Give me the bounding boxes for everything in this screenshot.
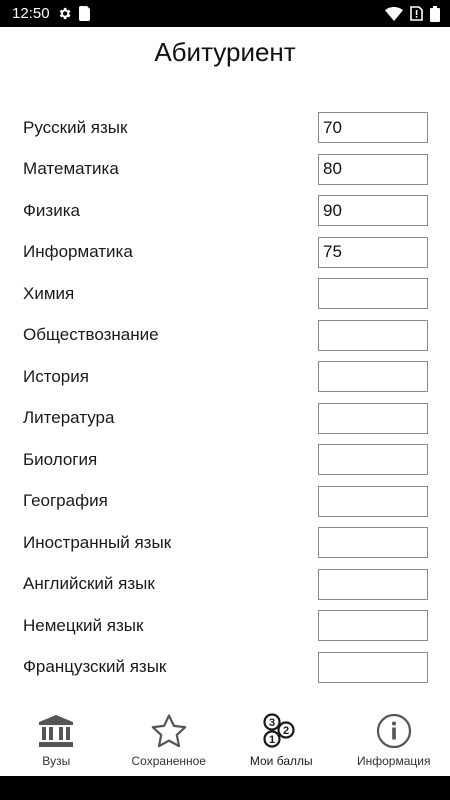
info-icon xyxy=(375,711,413,751)
university-icon xyxy=(37,711,75,751)
subject-label: Биология xyxy=(23,449,98,469)
subject-label: Немецкий язык xyxy=(23,615,144,635)
nav-saved[interactable]: Сохраненное xyxy=(113,702,226,776)
subject-row: Математика xyxy=(0,149,450,191)
subject-row: Немецкий язык xyxy=(0,605,450,647)
score-input[interactable] xyxy=(318,402,428,434)
subject-row: Английский язык xyxy=(0,564,450,606)
subject-label: Химия xyxy=(23,283,75,303)
star-icon xyxy=(150,711,188,751)
score-input[interactable] xyxy=(318,278,428,310)
nav-saved-label: Сохраненное xyxy=(131,754,206,768)
score-input[interactable] xyxy=(318,236,428,268)
subject-label: География xyxy=(23,491,108,511)
scores-icon-digit-3: 3 xyxy=(269,717,275,729)
score-input[interactable] xyxy=(318,485,428,517)
score-input[interactable] xyxy=(318,444,428,476)
nav-information[interactable]: Информация xyxy=(338,702,450,776)
subject-label: Литература xyxy=(23,408,115,428)
system-navigation-bar xyxy=(0,776,450,800)
subject-row: Информатика xyxy=(0,232,450,274)
score-input[interactable] xyxy=(318,153,428,185)
subject-label: Французский язык xyxy=(23,657,167,677)
subject-row: История xyxy=(0,356,450,398)
subject-row: Французский язык xyxy=(0,647,450,689)
nav-my-scores[interactable]: 3 2 1 Мои баллы xyxy=(225,702,338,776)
subject-label: Обществознание xyxy=(23,325,159,345)
subject-row: Биология xyxy=(0,439,450,481)
bottom-navigation: Вузы Сохраненное 3 2 1 Мои баллы Информа… xyxy=(0,702,450,776)
subject-row: География xyxy=(0,481,450,523)
score-input[interactable] xyxy=(318,568,428,600)
wifi-icon xyxy=(385,6,403,21)
subject-label: Русский язык xyxy=(23,117,128,137)
score-input[interactable] xyxy=(318,610,428,642)
subject-row: Литература xyxy=(0,398,450,440)
subjects-list: Русский язык Математика Физика Информатика Х… xyxy=(0,107,450,688)
nav-information-label: Информация xyxy=(357,754,431,768)
subject-row: Физика xyxy=(0,190,450,232)
subject-label: Иностранный язык xyxy=(23,532,172,552)
subject-row: Иностранный язык xyxy=(0,522,450,564)
no-sim-icon xyxy=(409,6,424,21)
scores-icon-digit-1: 1 xyxy=(269,734,275,746)
page-title: Абитуриент xyxy=(154,37,296,67)
settings-icon xyxy=(57,6,72,21)
sim-card-icon xyxy=(78,6,90,21)
score-input[interactable] xyxy=(318,651,428,683)
nav-universities[interactable]: Вузы xyxy=(0,702,113,776)
scores-icon-digit-2: 2 xyxy=(283,725,289,737)
score-input[interactable] xyxy=(318,527,428,559)
scores-icon: 3 2 1 xyxy=(262,711,300,751)
score-input[interactable] xyxy=(318,112,428,144)
score-input[interactable] xyxy=(318,361,428,393)
nav-my-scores-label: Мои баллы xyxy=(249,754,313,768)
nav-universities-label: Вузы xyxy=(42,754,71,768)
subject-label: История xyxy=(23,366,89,386)
subject-row: Химия xyxy=(0,273,450,315)
subject-label: Математика xyxy=(23,159,119,179)
battery-icon xyxy=(430,5,440,22)
subject-label: Физика xyxy=(23,200,80,220)
subject-row: Обществознание xyxy=(0,315,450,357)
score-input[interactable] xyxy=(318,319,428,351)
score-input[interactable] xyxy=(318,195,428,227)
subject-row: Русский язык xyxy=(0,107,450,149)
status-time: 12:50 xyxy=(12,5,50,22)
status-bar: 12:50 xyxy=(0,0,450,27)
subject-label: Английский язык xyxy=(23,574,155,594)
subject-label: Информатика xyxy=(23,242,133,262)
